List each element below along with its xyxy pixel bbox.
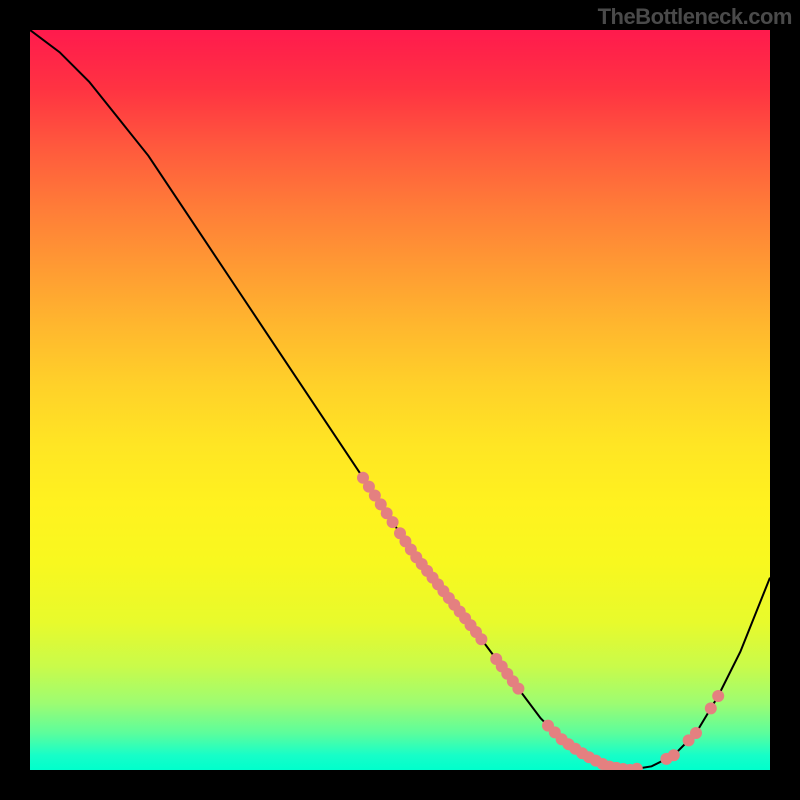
- curve-marker: [631, 763, 643, 770]
- curve-marker: [690, 727, 702, 739]
- plot-area: [30, 30, 770, 770]
- curve-marker: [475, 633, 487, 645]
- curve-marker: [668, 749, 680, 761]
- curve-marker: [712, 690, 724, 702]
- curve-marker: [387, 516, 399, 528]
- chart-frame: TheBottleneck.com: [0, 0, 800, 800]
- curve-marker-group: [357, 472, 724, 770]
- watermark-text: TheBottleneck.com: [598, 4, 792, 30]
- curve-line: [30, 30, 770, 770]
- bottleneck-curve: [30, 30, 770, 770]
- curve-marker: [705, 702, 717, 714]
- curve-marker: [512, 683, 524, 695]
